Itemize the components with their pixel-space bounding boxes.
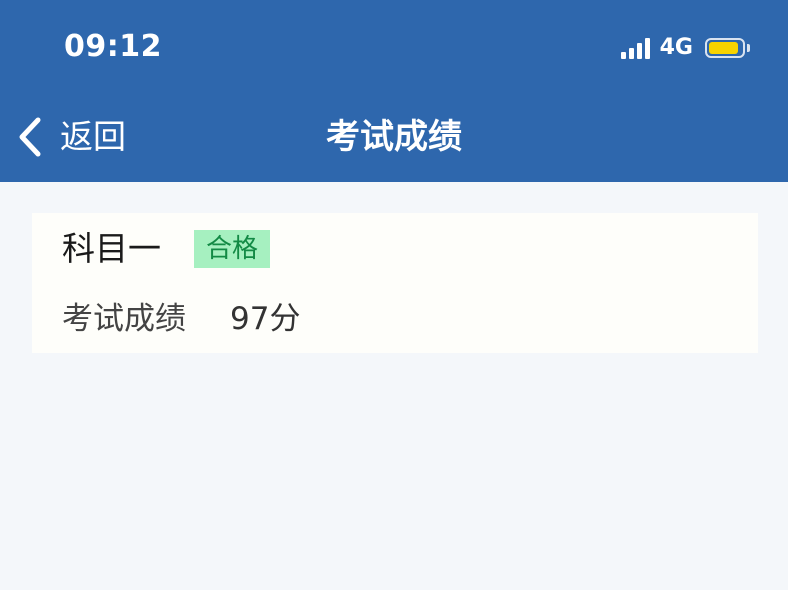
app-header: 09:12 4G 返回 考试成绩 bbox=[0, 0, 788, 182]
subject-name: 科目一 bbox=[62, 229, 161, 268]
score-label: 考试成绩 bbox=[62, 301, 186, 337]
signal-bars-icon bbox=[620, 37, 650, 59]
network-type-label: 4G bbox=[659, 35, 693, 60]
page-title: 考试成绩 bbox=[326, 117, 462, 157]
status-badge: 合格 bbox=[194, 230, 271, 268]
battery-icon bbox=[705, 38, 750, 58]
subject-row: 科目一 合格 bbox=[62, 229, 271, 269]
score-row: 考试成绩 97分 bbox=[62, 299, 300, 339]
status-bar-time: 09:12 bbox=[64, 29, 162, 64]
exam-result-card: 科目一 合格 考试成绩 97分 bbox=[32, 213, 758, 353]
score-value: 97分 bbox=[230, 301, 301, 337]
status-bar-indicators: 4G bbox=[620, 34, 750, 62]
